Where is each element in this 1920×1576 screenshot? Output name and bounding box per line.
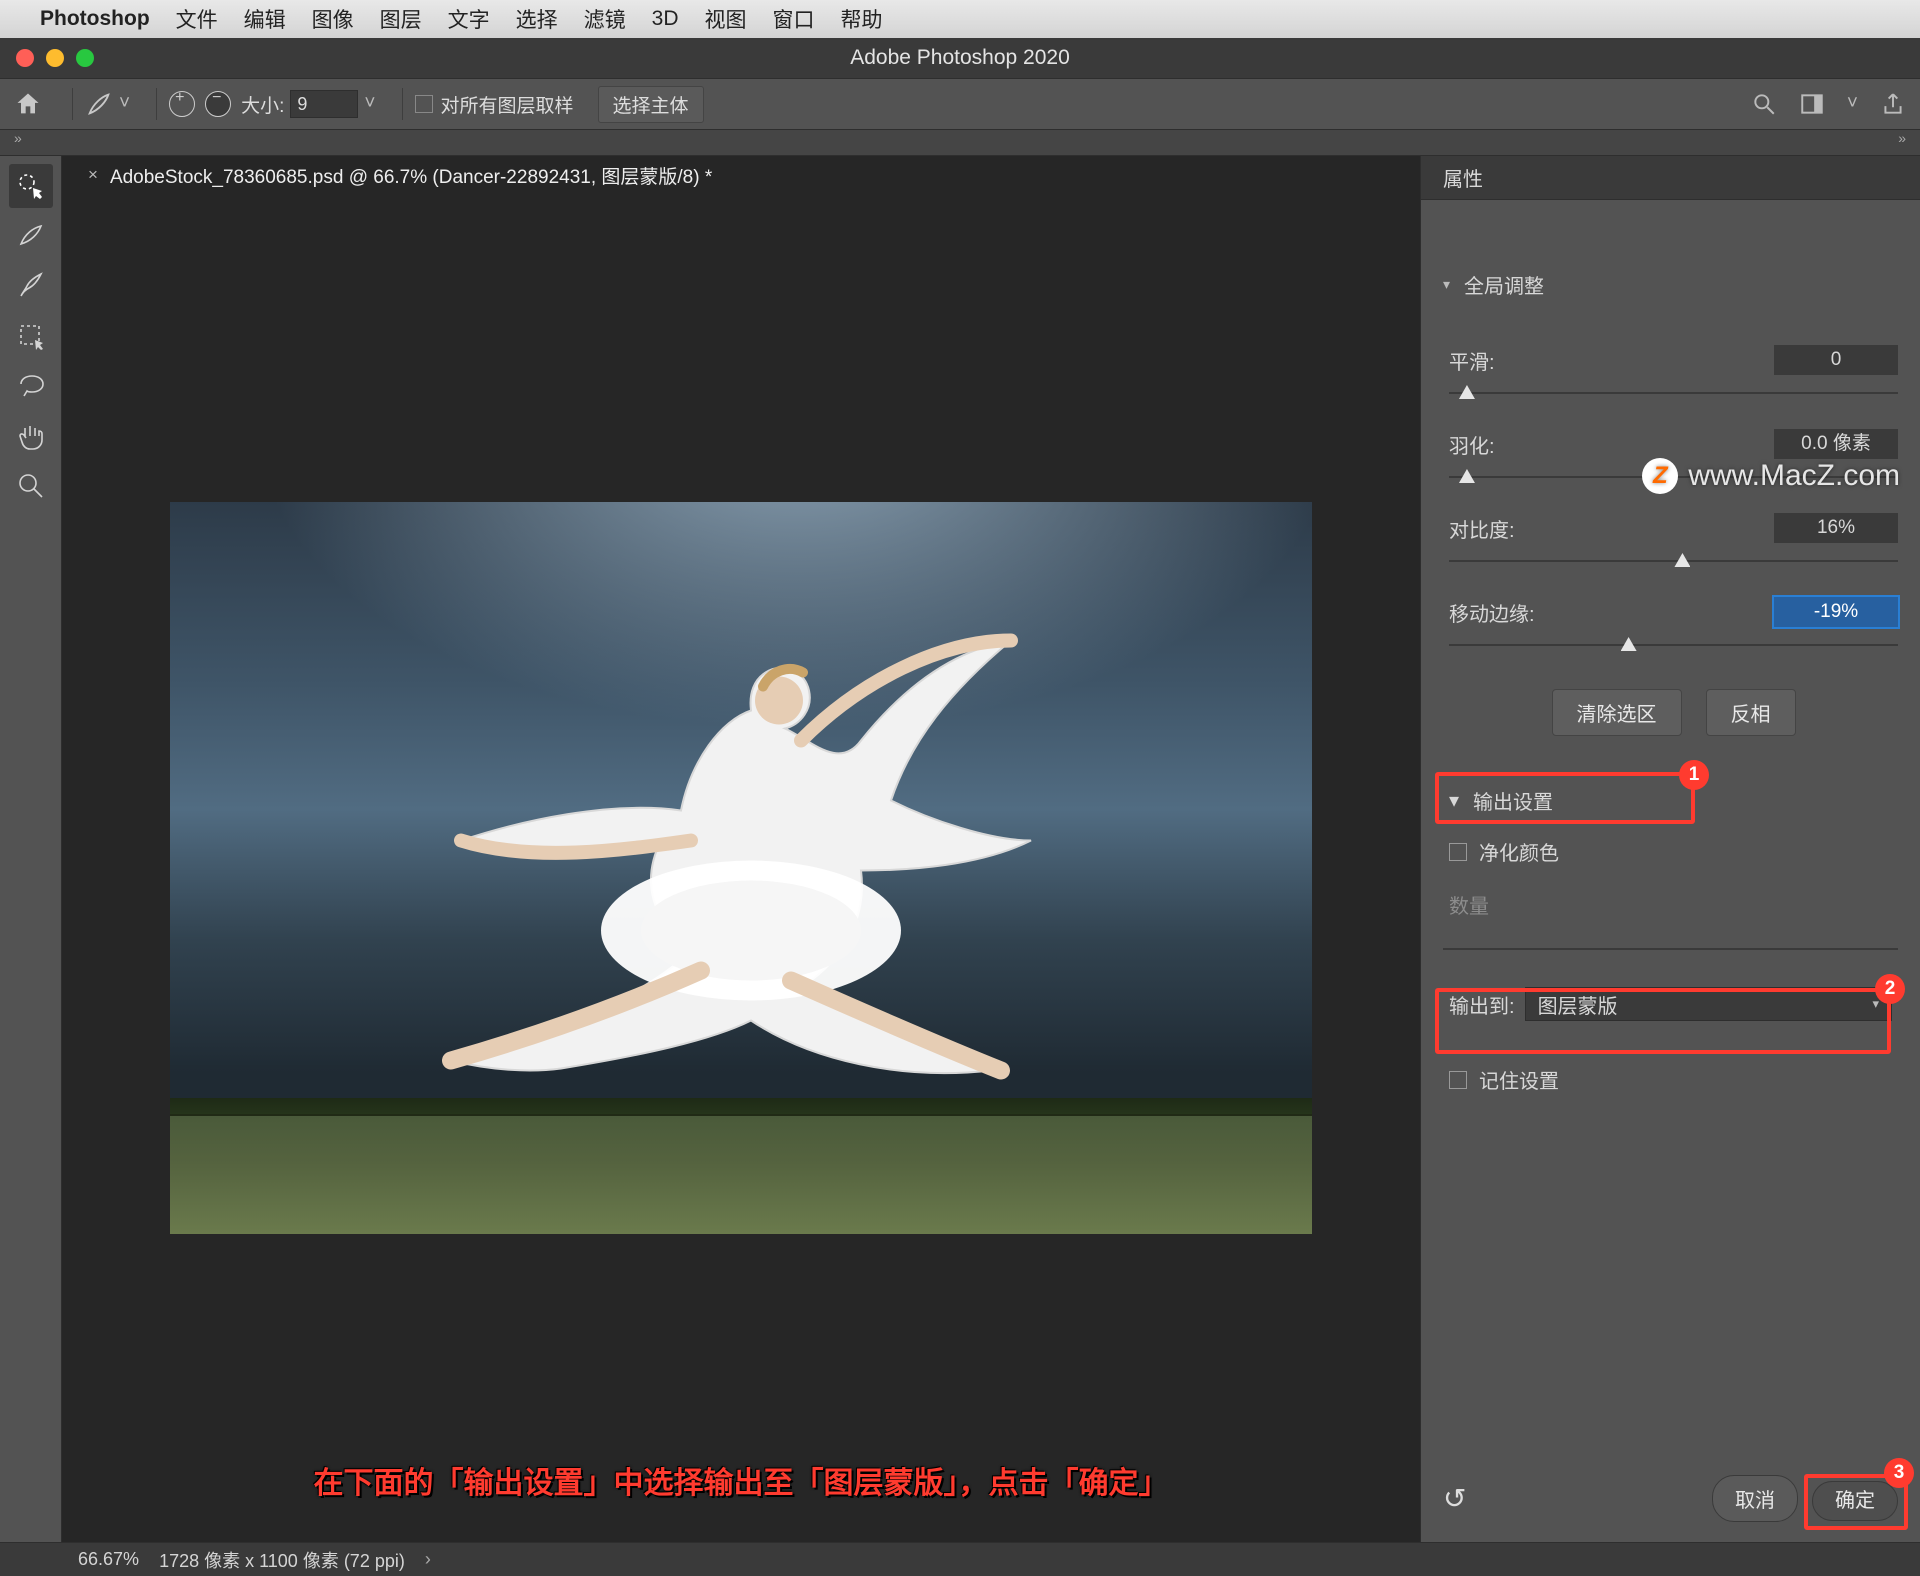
sample-all-layers-checkbox[interactable] <box>415 95 433 113</box>
document-tab[interactable]: × AdobeStock_78360685.psd @ 66.7% (Dance… <box>88 162 712 189</box>
toolbar-collapse-icon[interactable]: » <box>0 130 22 155</box>
menu-window[interactable]: 窗口 <box>773 4 815 34</box>
hand-tool[interactable] <box>9 414 53 458</box>
sample-all-layers-label: 对所有图层取样 <box>441 91 574 118</box>
window-title: Adobe Photoshop 2020 <box>0 46 1920 70</box>
zoom-tool[interactable] <box>9 464 53 508</box>
smooth-value[interactable]: 0 <box>1774 345 1898 375</box>
mac-menubar: Photoshop 文件 编辑 图像 图层 文字 选择 滤镜 3D 视图 窗口 … <box>0 0 1920 38</box>
menu-3d[interactable]: 3D <box>652 7 679 31</box>
brush-size-input[interactable] <box>290 90 358 118</box>
menu-image[interactable]: 图像 <box>312 4 354 34</box>
workspace-chevron-icon[interactable]: ˅ <box>1847 93 1858 115</box>
smooth-slider[interactable] <box>1449 383 1898 403</box>
menu-layer[interactable]: 图层 <box>380 4 422 34</box>
close-tab-icon[interactable]: × <box>88 165 98 185</box>
canvas-area: × AdobeStock_78360685.psd @ 66.7% (Dance… <box>62 156 1420 1542</box>
select-subject-button[interactable]: 选择主体 <box>598 86 704 123</box>
window-titlebar: Adobe Photoshop 2020 <box>0 38 1920 78</box>
properties-tab[interactable]: 属性 <box>1421 156 1920 200</box>
menu-type[interactable]: 文字 <box>448 4 490 34</box>
invert-button[interactable]: 反相 <box>1706 689 1796 736</box>
highlight-1 <box>1435 772 1695 824</box>
cancel-button[interactable]: 取消 <box>1712 1475 1798 1522</box>
tool-preset-chevron-icon[interactable]: ˅ <box>119 93 130 115</box>
menu-view[interactable]: 视图 <box>705 4 747 34</box>
status-zoom[interactable]: 66.67% <box>78 1549 139 1570</box>
clear-selection-button[interactable]: 清除选区 <box>1552 689 1682 736</box>
contrast-slider[interactable] <box>1449 551 1898 571</box>
workspace-icon[interactable] <box>1799 91 1825 117</box>
badge-3: 3 <box>1884 1458 1914 1488</box>
global-refinements-header[interactable]: ▾ 全局调整 <box>1421 260 1920 309</box>
contrast-label: 对比度: <box>1449 514 1569 543</box>
menu-help[interactable]: 帮助 <box>841 4 883 34</box>
document-tab-label: AdobeStock_78360685.psd @ 66.7% (Dancer-… <box>110 162 712 189</box>
search-icon[interactable] <box>1751 91 1777 117</box>
share-icon[interactable] <box>1880 91 1906 117</box>
feather-label: 羽化: <box>1449 430 1569 459</box>
feather-slider[interactable] <box>1449 467 1898 487</box>
reset-icon[interactable]: ↻ <box>1443 1482 1466 1515</box>
smooth-label: 平滑: <box>1449 346 1569 375</box>
menu-filter[interactable]: 滤镜 <box>584 4 626 34</box>
badge-1: 1 <box>1679 760 1709 790</box>
options-bar: ˅ 大小: ˅ 对所有图层取样 选择主体 ˅ <box>0 78 1920 130</box>
menu-edit[interactable]: 编辑 <box>244 4 286 34</box>
lasso-tool[interactable] <box>9 364 53 408</box>
status-dimensions: 1728 像素 x 1100 像素 (72 ppi) <box>159 1547 405 1573</box>
contrast-value[interactable]: 16% <box>1774 513 1898 543</box>
status-bar: 66.67% 1728 像素 x 1100 像素 (72 ppi) › <box>0 1542 1920 1576</box>
brush-size-chevron-icon[interactable]: ˅ <box>364 93 375 115</box>
polygon-lasso-tool[interactable] <box>9 314 53 358</box>
properties-panel: 属性 ▾ 全局调整 平滑: 0 羽化: 0.0 像素 对比度: 16% Z <box>1420 156 1920 1542</box>
highlight-2 <box>1435 988 1891 1054</box>
brush-tool[interactable] <box>9 264 53 308</box>
decontaminate-colors-label: 净化颜色 <box>1479 837 1559 866</box>
brush-size-label: 大小: <box>241 91 284 118</box>
add-to-selection-icon[interactable] <box>169 91 195 117</box>
refine-edge-brush-tool[interactable] <box>9 214 53 258</box>
decontaminate-colors-checkbox[interactable] <box>1449 843 1467 861</box>
menu-select[interactable]: 选择 <box>516 4 558 34</box>
shift-edge-label: 移动边缘: <box>1449 598 1569 627</box>
amount-label: 数量 <box>1449 890 1489 919</box>
chevron-down-icon: ▾ <box>1443 276 1450 293</box>
shift-edge-slider[interactable] <box>1449 635 1898 655</box>
quick-selection-tool[interactable] <box>9 164 53 208</box>
panel-collapse-bar: » » <box>0 130 1920 156</box>
shift-edge-value[interactable]: -19% <box>1774 597 1898 627</box>
menu-file[interactable]: 文件 <box>176 4 218 34</box>
home-icon[interactable] <box>14 90 42 118</box>
feather-value[interactable]: 0.0 像素 <box>1774 429 1898 459</box>
subtract-from-selection-icon[interactable] <box>205 91 231 117</box>
remember-settings-checkbox[interactable] <box>1449 1071 1467 1089</box>
badge-2: 2 <box>1875 974 1905 1004</box>
panel-collapse-icon[interactable]: » <box>1898 130 1920 155</box>
app-name[interactable]: Photoshop <box>40 7 150 31</box>
amount-slider <box>1443 939 1898 959</box>
dancer-figure <box>391 590 1091 1175</box>
remember-settings-label: 记住设置 <box>1479 1065 1559 1094</box>
global-refinements-label: 全局调整 <box>1464 270 1544 299</box>
left-toolbar <box>0 156 62 1542</box>
canvas-image[interactable] <box>170 502 1312 1234</box>
annotation-caption: 在下面的「输出设置」中选择输出至「图层蒙版」，点击「确定」 <box>62 1458 1420 1502</box>
tool-preset-icon[interactable] <box>85 90 113 118</box>
status-chevron-icon[interactable]: › <box>425 1549 431 1570</box>
